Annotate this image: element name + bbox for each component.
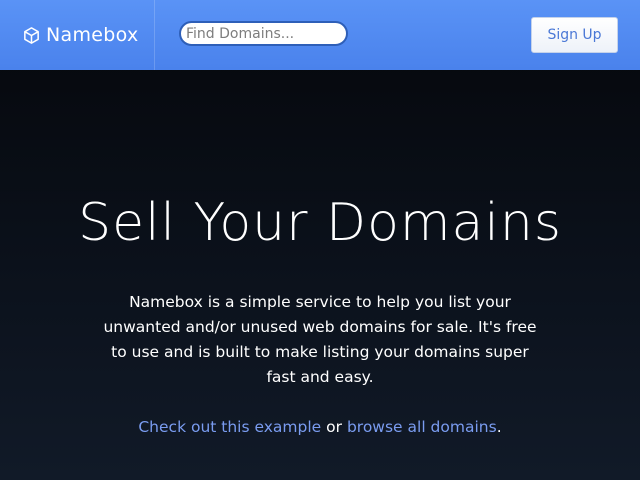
hero-links: Check out this example or browse all dom… xyxy=(0,415,640,440)
cube-icon xyxy=(22,26,41,45)
browse-domains-link[interactable]: browse all domains xyxy=(347,418,497,436)
links-connector: or xyxy=(326,418,343,436)
brand-logo-link[interactable]: Namebox xyxy=(0,0,155,70)
example-link[interactable]: Check out this example xyxy=(138,418,321,436)
brand-name: Namebox xyxy=(46,24,139,46)
hero-title: Sell Your Domains xyxy=(78,193,562,253)
links-suffix: . xyxy=(496,418,502,436)
top-navbar: Namebox Sign Up xyxy=(0,0,640,70)
hero-description: Namebox is a simple service to help you … xyxy=(103,293,537,386)
sign-up-button[interactable]: Sign Up xyxy=(531,17,618,53)
search-input[interactable] xyxy=(179,21,348,46)
